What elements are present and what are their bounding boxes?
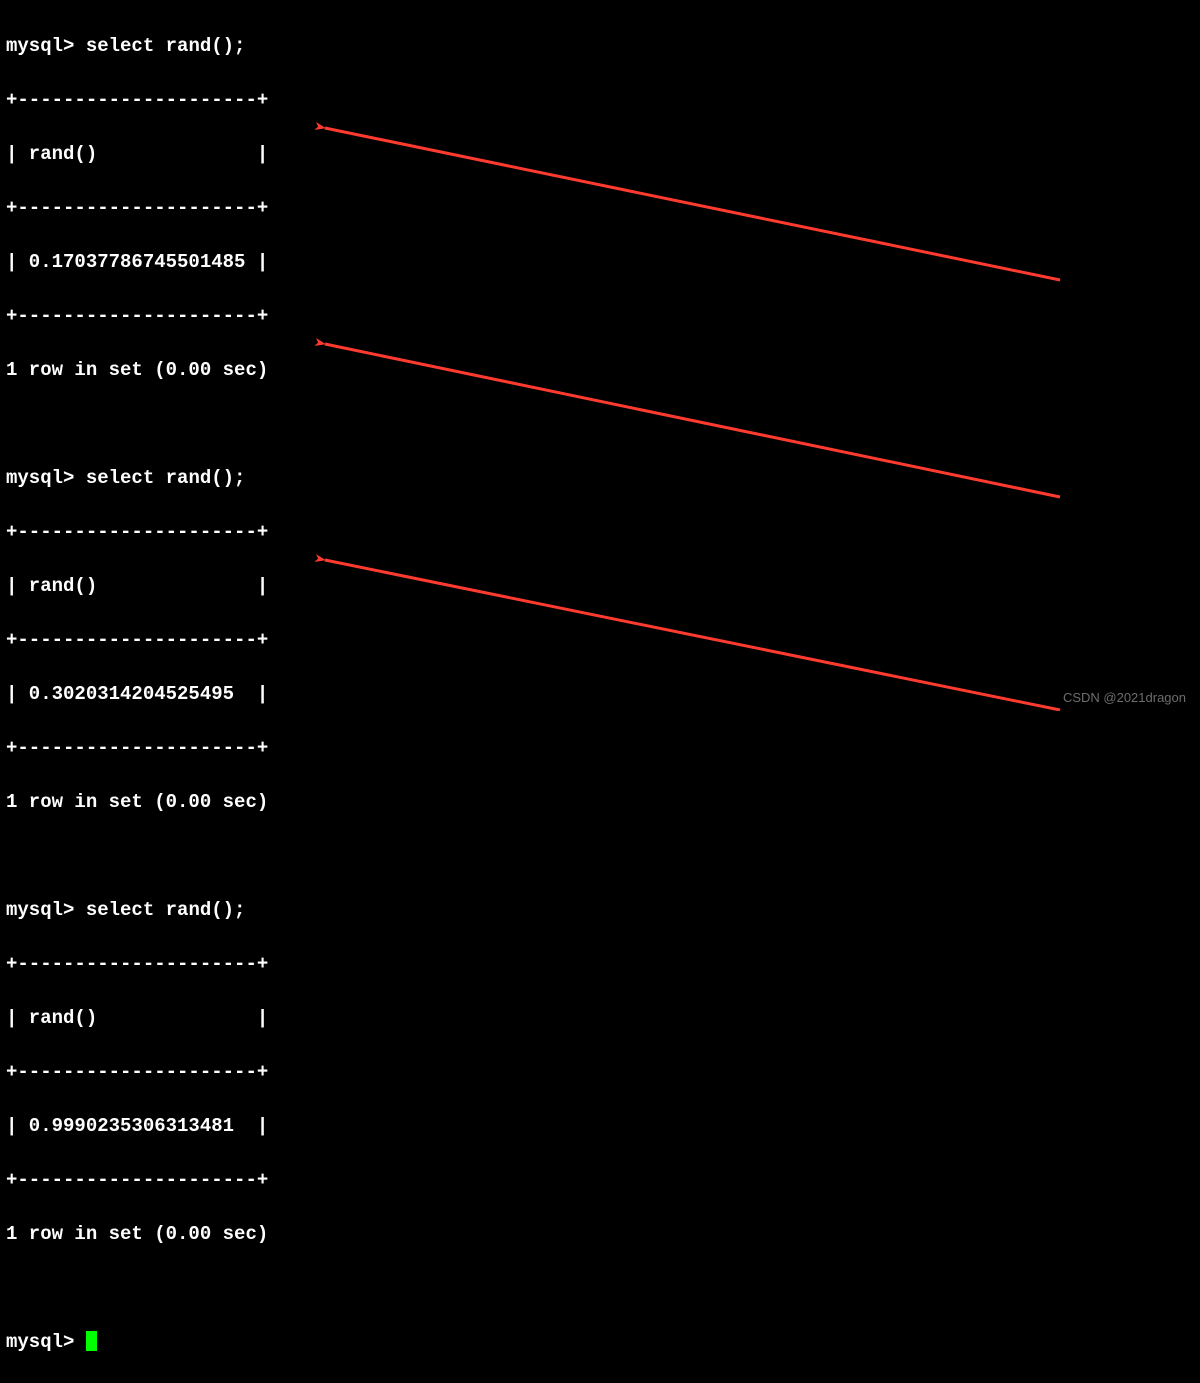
table-header: | rand() | bbox=[6, 141, 1200, 168]
table-row: | 0.9990235306313481 | bbox=[6, 1113, 1200, 1140]
table-border: +---------------------+ bbox=[6, 627, 1200, 654]
table-border: +---------------------+ bbox=[6, 1059, 1200, 1086]
table-border: +---------------------+ bbox=[6, 519, 1200, 546]
status-line: 1 row in set (0.00 sec) bbox=[6, 789, 1200, 816]
blank-line bbox=[6, 1275, 1200, 1302]
table-row: | 0.3020314204525495 | bbox=[6, 681, 1200, 708]
table-row: | 0.17037786745501485 | bbox=[6, 249, 1200, 276]
prompt-line-3: mysql> select rand(); bbox=[6, 897, 1200, 924]
prompt-cursor-line[interactable]: mysql> bbox=[6, 1329, 1200, 1356]
table-header: | rand() | bbox=[6, 1005, 1200, 1032]
status-line: 1 row in set (0.00 sec) bbox=[6, 357, 1200, 384]
status-line: 1 row in set (0.00 sec) bbox=[6, 1221, 1200, 1248]
table-border: +---------------------+ bbox=[6, 735, 1200, 762]
table-border: +---------------------+ bbox=[6, 1167, 1200, 1194]
cursor-icon bbox=[86, 1331, 97, 1351]
table-border: +---------------------+ bbox=[6, 195, 1200, 222]
table-border: +---------------------+ bbox=[6, 87, 1200, 114]
watermark: CSDN @2021dragon bbox=[1063, 690, 1186, 705]
blank-line bbox=[6, 843, 1200, 870]
table-border: +---------------------+ bbox=[6, 303, 1200, 330]
prompt-line-2: mysql> select rand(); bbox=[6, 465, 1200, 492]
blank-line bbox=[6, 411, 1200, 438]
table-border: +---------------------+ bbox=[6, 951, 1200, 978]
table-header: | rand() | bbox=[6, 573, 1200, 600]
prompt-line-1: mysql> select rand(); bbox=[6, 33, 1200, 60]
terminal-output: mysql> select rand(); +-----------------… bbox=[0, 0, 1200, 1383]
